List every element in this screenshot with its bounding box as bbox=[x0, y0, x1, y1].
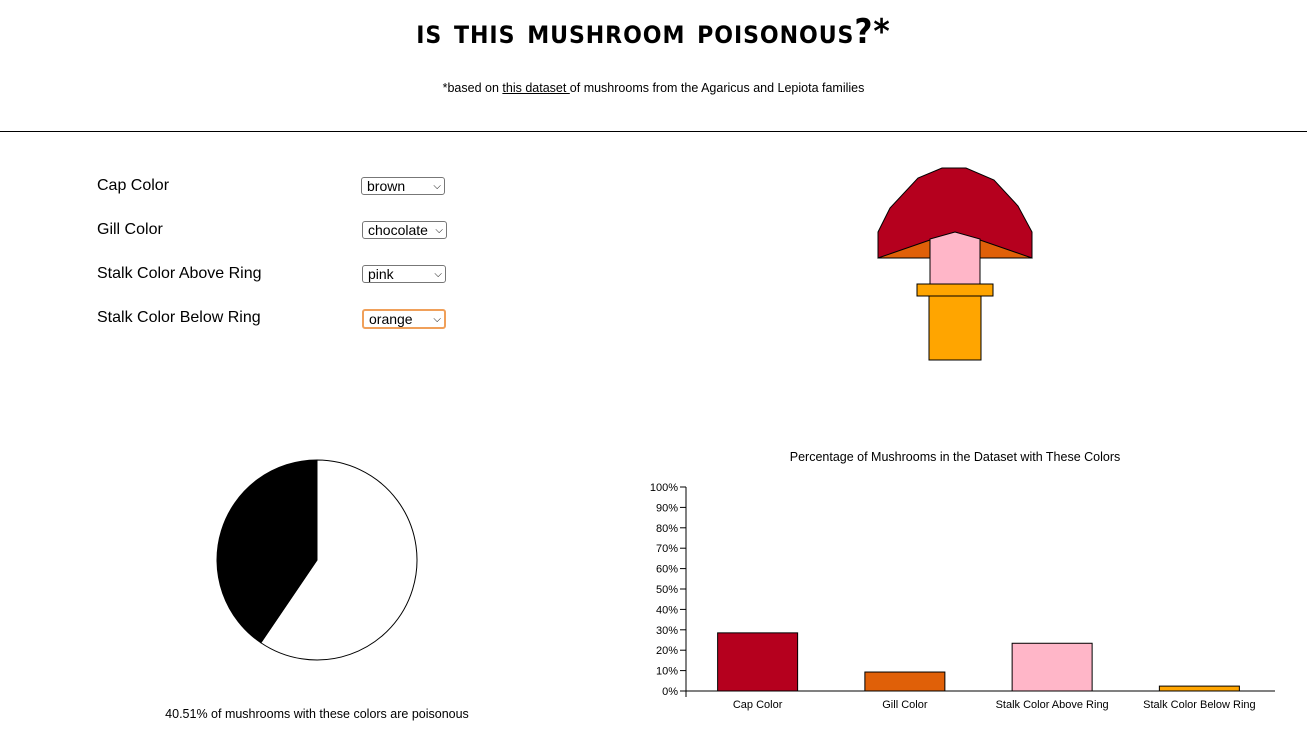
cap-color-label: Cap Color bbox=[97, 177, 170, 194]
y-tick-label: 20% bbox=[656, 645, 678, 657]
bar-cap-color bbox=[717, 632, 799, 692]
chevron-down-icon: ⌵ bbox=[435, 224, 443, 236]
bar-stalk-color-above-ring bbox=[1011, 642, 1093, 692]
gill-color-label: Gill Color bbox=[97, 221, 163, 238]
x-tick-label: Gill Color bbox=[882, 699, 928, 711]
y-tick-label: 10% bbox=[656, 666, 678, 678]
chevron-down-icon: ⌵ bbox=[434, 268, 442, 280]
subtitle-suffix: of mushrooms from the Agaricus and Lepio… bbox=[569, 81, 865, 95]
gill-color-value: chocolate bbox=[368, 222, 428, 238]
y-tick-label: 60% bbox=[656, 564, 678, 576]
y-tick-label: 0% bbox=[662, 686, 678, 698]
mushroom-illustration bbox=[877, 167, 1033, 361]
chevron-down-icon: ⌵ bbox=[433, 313, 441, 325]
y-tick-label: 80% bbox=[656, 523, 678, 535]
poison-pie-chart bbox=[216, 459, 418, 661]
stalk-above-label: Stalk Color Above Ring bbox=[97, 265, 262, 282]
gill-color-select[interactable]: chocolate ⌵ bbox=[362, 221, 447, 239]
chevron-down-icon: ⌵ bbox=[433, 180, 441, 192]
mushroom-stalk-below bbox=[928, 295, 982, 361]
stalk-above-value: pink bbox=[368, 266, 394, 282]
mushroom-stalk-above bbox=[929, 231, 981, 285]
x-tick-label: Stalk Color Below Ring bbox=[1143, 699, 1256, 711]
stalk-above-select[interactable]: pink ⌵ bbox=[362, 265, 446, 283]
stalk-below-label: Stalk Color Below Ring bbox=[97, 309, 261, 326]
y-tick-label: 100% bbox=[650, 482, 678, 494]
subtitle-prefix: *based on bbox=[442, 81, 503, 95]
y-tick-label: 30% bbox=[656, 625, 678, 637]
y-tick-label: 50% bbox=[656, 584, 678, 596]
bar-stalk-color-below-ring bbox=[1158, 685, 1240, 692]
x-tick-label: Stalk Color Above Ring bbox=[996, 699, 1109, 711]
stalk-below-value: orange bbox=[369, 311, 413, 327]
pie-caption: 40.51% of mushrooms with these colors ar… bbox=[165, 707, 469, 721]
y-tick-label: 70% bbox=[656, 543, 678, 555]
cap-color-select[interactable]: brown ⌵ bbox=[361, 177, 445, 195]
bar-gill-color bbox=[864, 671, 946, 692]
header-divider bbox=[0, 131, 1307, 132]
cap-color-value: brown bbox=[367, 178, 406, 194]
page-title: is this mushroom poisonous?* bbox=[416, 12, 891, 52]
bar-chart-title: Percentage of Mushrooms in the Dataset w… bbox=[789, 450, 1121, 464]
color-percentage-bar-chart: 0% 10% 20% 30% 40% 50% 60% 70% 80% 90% 100% Cap Col… bbox=[650, 482, 1275, 711]
mushroom-ring bbox=[916, 283, 994, 297]
x-tick-label: Cap Color bbox=[733, 699, 783, 711]
stalk-below-select[interactable]: orange ⌵ bbox=[362, 309, 446, 329]
y-tick-label: 40% bbox=[656, 604, 678, 616]
subtitle: *based on this dataset of mushrooms from… bbox=[0, 81, 1307, 95]
dataset-link[interactable]: this dataset bbox=[502, 81, 569, 95]
y-tick-label: 90% bbox=[656, 502, 678, 514]
